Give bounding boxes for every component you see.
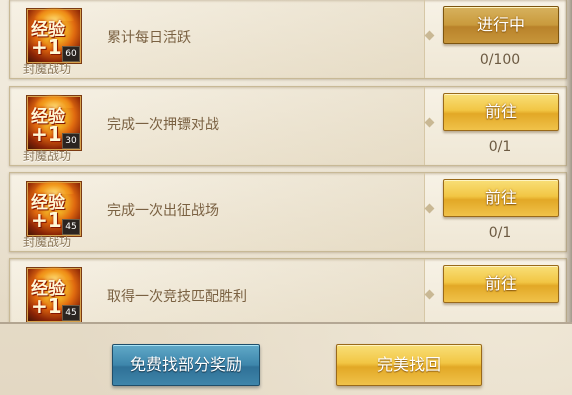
task-row: 经验 +1 30 封魔战功 完成一次押镖对战 前往 0/1: [9, 86, 567, 166]
exp-reward-icon[interactable]: 经验 +1 45: [26, 180, 82, 237]
task-row: 经验 +1 45 封魔战功 完成一次出征战场 前往 0/1: [9, 172, 567, 252]
reward-source-label: 封魔战功: [23, 62, 72, 76]
task-progress: 0/1: [488, 225, 512, 241]
diamond-divider-icon: [424, 30, 435, 41]
exp-reward-icon[interactable]: 经验 +1 60: [26, 7, 82, 64]
reward-icon-amount: +1: [31, 208, 62, 232]
scroll-edge-shadow: [564, 0, 572, 322]
list-footer-divider: [0, 322, 572, 324]
diamond-divider-icon: [424, 117, 435, 128]
task-title: 完成一次出征战场: [107, 203, 219, 219]
reward-icon-amount: +1: [31, 122, 62, 146]
go-button[interactable]: 前往: [443, 93, 559, 131]
exp-reward-icon[interactable]: 经验 +1 45: [26, 266, 82, 322]
reward-level-badge: 45: [62, 305, 80, 321]
reward-source-label: 封魔战功: [23, 235, 72, 249]
reward-source-label: 封魔战功: [23, 149, 72, 163]
go-button[interactable]: 前往: [443, 179, 559, 217]
perfect-retrieve-button[interactable]: 完美找回: [336, 344, 482, 386]
task-progress: 0/1: [488, 139, 512, 155]
diamond-divider-icon: [424, 203, 435, 214]
task-list[interactable]: 经验 +1 60 封魔战功 累计每日活跃 进行中 0/100 经验 +1 30 …: [0, 0, 572, 322]
exp-reward-icon[interactable]: 经验 +1 30: [26, 94, 82, 151]
task-title: 完成一次押镖对战: [107, 117, 219, 133]
task-title: 取得一次竞技匹配胜利: [107, 289, 247, 305]
reward-icon-amount: +1: [31, 35, 62, 59]
in-progress-button[interactable]: 进行中: [443, 6, 559, 44]
go-button[interactable]: 前往: [443, 265, 559, 303]
task-row: 经验 +1 60 封魔战功 累计每日活跃 进行中 0/100: [9, 0, 567, 79]
reward-icon-amount: +1: [31, 294, 62, 318]
task-progress: 0/100: [479, 52, 521, 68]
free-partial-retrieve-button[interactable]: 免费找部分奖励: [112, 344, 260, 386]
task-title: 累计每日活跃: [107, 30, 191, 46]
diamond-divider-icon: [424, 289, 435, 300]
task-row: 经验 +1 45 取得一次竞技匹配胜利 前往: [9, 258, 567, 322]
